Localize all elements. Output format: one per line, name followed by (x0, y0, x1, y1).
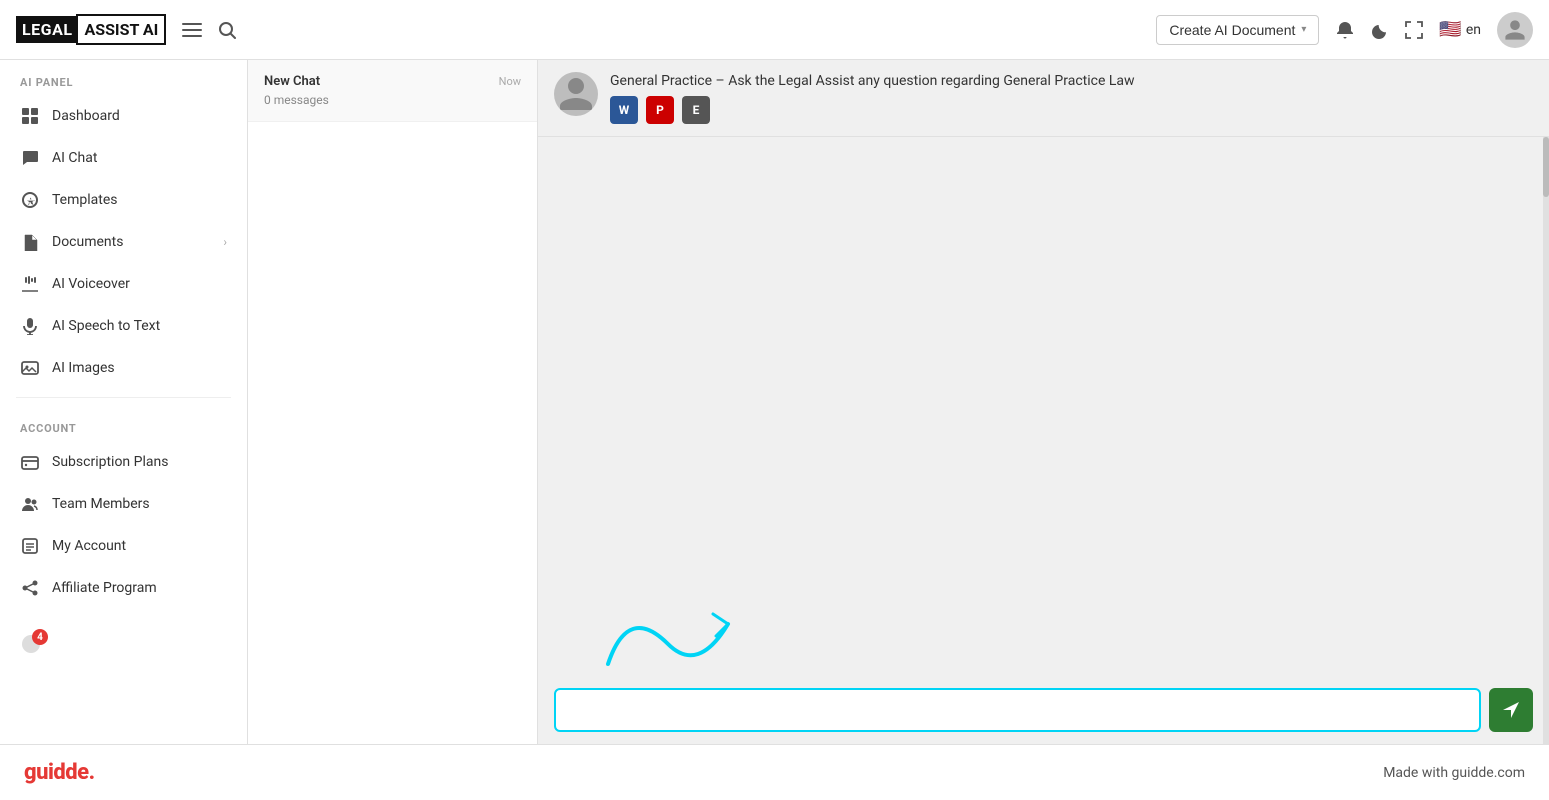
team-icon (20, 494, 40, 514)
chat-body (538, 137, 1549, 744)
sidebar: AI PANEL Dashboard AI Chat (0, 60, 248, 744)
sidebar-item-label: AI Voiceover (52, 276, 130, 292)
logo[interactable]: LEGAL ASSIST AI (16, 14, 166, 45)
chat-icon (20, 148, 40, 168)
sidebar-item-dashboard[interactable]: Dashboard (0, 95, 247, 137)
speech-icon (20, 316, 40, 336)
templates-icon (20, 190, 40, 210)
sidebar-item-team[interactable]: Team Members (0, 483, 247, 525)
logo-legal: LEGAL (16, 16, 78, 43)
chat-list-panel: New Chat Now 0 messages (248, 60, 538, 744)
chat-item-messages: 0 messages (264, 93, 521, 107)
body: AI PANEL Dashboard AI Chat (0, 60, 1549, 744)
sidebar-item-label: AI Chat (52, 150, 97, 166)
menu-icon[interactable] (182, 20, 202, 40)
sidebar-item-label: Affiliate Program (52, 580, 157, 596)
sidebar-item-label: AI Speech to Text (52, 318, 160, 334)
sidebar-item-label: Team Members (52, 496, 150, 512)
sidebar-item-documents[interactable]: Documents › (0, 221, 247, 263)
top-header: LEGAL ASSIST AI Create AI Document ▾ (0, 0, 1549, 60)
logo-assist: ASSIST AI (76, 14, 166, 45)
chat-input[interactable] (554, 688, 1481, 732)
scroll-thumb (1543, 137, 1549, 197)
chat-item-top: New Chat Now (264, 74, 521, 89)
create-ai-document-button[interactable]: Create AI Document ▾ (1156, 15, 1319, 45)
images-icon (20, 358, 40, 378)
header-left: LEGAL ASSIST AI (16, 14, 236, 45)
bell-icon[interactable] (1335, 20, 1355, 40)
ai-panel-label: AI PANEL (0, 60, 247, 95)
notification-count: 4 (32, 629, 48, 645)
chat-list-item[interactable]: New Chat Now 0 messages (248, 60, 537, 122)
pdf-icon[interactable]: P (646, 96, 674, 124)
chevron-down-icon: ▾ (1301, 24, 1306, 35)
word-icon[interactable]: W (610, 96, 638, 124)
sidebar-item-ai-chat[interactable]: AI Chat (0, 137, 247, 179)
sidebar-item-label: AI Images (52, 360, 115, 376)
guidde-tagline: Made with guidde.com (1383, 765, 1525, 781)
chat-send-button[interactable] (1489, 688, 1533, 732)
language-selector[interactable]: 🇺🇸 en (1439, 19, 1481, 40)
sidebar-item-label: Dashboard (52, 108, 120, 124)
sidebar-item-affiliate[interactable]: Affiliate Program (0, 567, 247, 609)
sidebar-divider (16, 397, 231, 398)
affiliate-icon (20, 578, 40, 598)
guidde-footer: guidde. Made with guidde.com (0, 744, 1549, 800)
documents-icon (20, 232, 40, 252)
avatar[interactable] (1497, 12, 1533, 48)
voiceover-icon (20, 274, 40, 294)
chat-header: General Practice – Ask the Legal Assist … (538, 60, 1549, 137)
subscription-icon (20, 452, 40, 472)
expand-icon[interactable] (1405, 21, 1423, 39)
my-account-icon (20, 536, 40, 556)
sidebar-item-label: Templates (52, 192, 118, 208)
dashboard-icon (20, 106, 40, 126)
sidebar-item-ai-speech[interactable]: AI Speech to Text (0, 305, 247, 347)
header-nav-icons (182, 20, 236, 40)
main-content: New Chat Now 0 messages General Practice… (248, 60, 1549, 744)
sidebar-notification-area[interactable]: 4 (0, 625, 247, 663)
lang-label: en (1466, 22, 1481, 38)
account-label: ACCOUNT (0, 406, 247, 441)
chat-item-time: Now (499, 75, 521, 88)
chat-input-area (538, 676, 1549, 744)
chat-doc-icons: W P E (610, 96, 1533, 124)
chat-main-area: General Practice – Ask the Legal Assist … (538, 60, 1549, 744)
sidebar-item-my-account[interactable]: My Account (0, 525, 247, 567)
sidebar-item-ai-images[interactable]: AI Images (0, 347, 247, 389)
chat-item-title: New Chat (264, 74, 320, 89)
header-right: Create AI Document ▾ 🇺🇸 en (1156, 12, 1533, 48)
sidebar-item-ai-voiceover[interactable]: AI Voiceover (0, 263, 247, 305)
chat-header-content: General Practice – Ask the Legal Assist … (610, 72, 1533, 124)
sidebar-item-label: My Account (52, 538, 126, 554)
guidde-logo: guidde. (24, 760, 95, 785)
chevron-right-icon: › (223, 235, 227, 249)
sidebar-item-label: Documents (52, 234, 123, 250)
sidebar-item-templates[interactable]: Templates (0, 179, 247, 221)
create-doc-label: Create AI Document (1169, 22, 1295, 38)
scroll-bar[interactable] (1543, 137, 1549, 744)
chat-description: General Practice – Ask the Legal Assist … (610, 72, 1533, 92)
moon-icon[interactable] (1371, 21, 1389, 39)
sidebar-item-subscription[interactable]: Subscription Plans (0, 441, 247, 483)
search-icon[interactable] (218, 21, 236, 39)
sidebar-item-label: Subscription Plans (52, 454, 168, 470)
chat-avatar (554, 72, 598, 116)
excel-icon[interactable]: E (682, 96, 710, 124)
